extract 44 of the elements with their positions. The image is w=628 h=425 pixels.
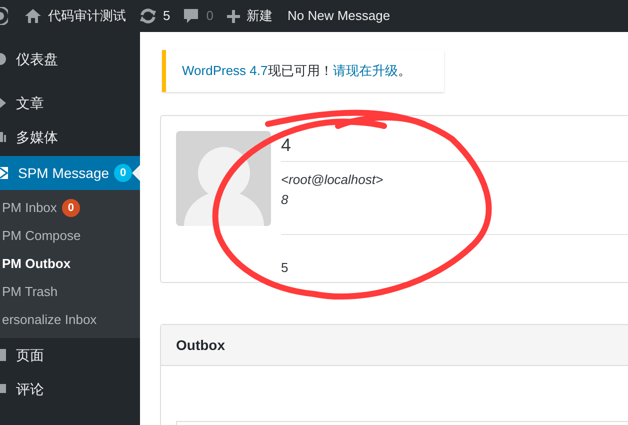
media-icon <box>0 130 6 144</box>
pointer-icon <box>132 165 140 181</box>
outbox-header: Outbox <box>161 325 628 366</box>
count-badge: 0 <box>62 199 80 217</box>
submenu-item[interactable]: PM Trash <box>0 278 140 306</box>
comment-bubble-icon[interactable] <box>183 8 200 24</box>
menu-item[interactable]: 多媒体 <box>0 120 140 154</box>
pin-icon <box>0 96 6 110</box>
menu-label: 页面 <box>16 346 44 364</box>
comment-icon <box>0 383 6 395</box>
upgrade-link[interactable]: 请现在升级 <box>332 61 398 81</box>
message-date: 8 <box>281 191 290 209</box>
menu-label: 多媒体 <box>16 128 58 146</box>
home-icon[interactable] <box>25 9 41 23</box>
submenu-item[interactable]: PM Outbox <box>0 250 140 278</box>
notice-text: 现已可用！ <box>268 62 333 80</box>
menu-label: 仪表盘 <box>16 50 58 68</box>
submenu-item[interactable]: PM Compose <box>0 222 140 250</box>
submenu-item[interactable]: ersonalize Inbox <box>0 306 140 334</box>
logo-icon[interactable] <box>0 7 8 25</box>
menu-item[interactable]: 文章 <box>0 86 140 120</box>
menu-label: 评论 <box>16 380 44 398</box>
menu-item[interactable]: 评论 <box>0 372 140 406</box>
count-badge: 0 <box>114 164 132 182</box>
message-status[interactable]: No New Message <box>287 6 390 26</box>
envelope-icon <box>0 167 8 179</box>
gauge-icon <box>0 52 6 66</box>
menu-item[interactable]: SPM Message 0 <box>0 156 140 190</box>
site-name-link[interactable]: 代码审计测试 <box>48 6 126 26</box>
menu-item[interactable]: 仪表盘 <box>0 42 140 76</box>
plus-icon[interactable] <box>227 10 240 22</box>
version-link[interactable]: WordPress 4.7 <box>182 61 268 81</box>
menu-item[interactable]: 页面 <box>0 338 140 372</box>
menu-label: SPM Message <box>18 164 110 183</box>
message-subject: 4 <box>281 134 292 157</box>
message-sender: <root@localhost> <box>281 171 384 189</box>
page-icon <box>0 348 6 362</box>
menu-label: 文章 <box>16 94 44 112</box>
new-link[interactable]: 新建 <box>246 6 272 26</box>
refresh-icon[interactable] <box>139 8 157 24</box>
notice-period: 。 <box>398 62 411 80</box>
update-count[interactable]: 5 <box>163 6 170 26</box>
message-body: 5 <box>281 259 290 277</box>
submenu-item[interactable]: PM Inbox 0 <box>0 194 140 222</box>
